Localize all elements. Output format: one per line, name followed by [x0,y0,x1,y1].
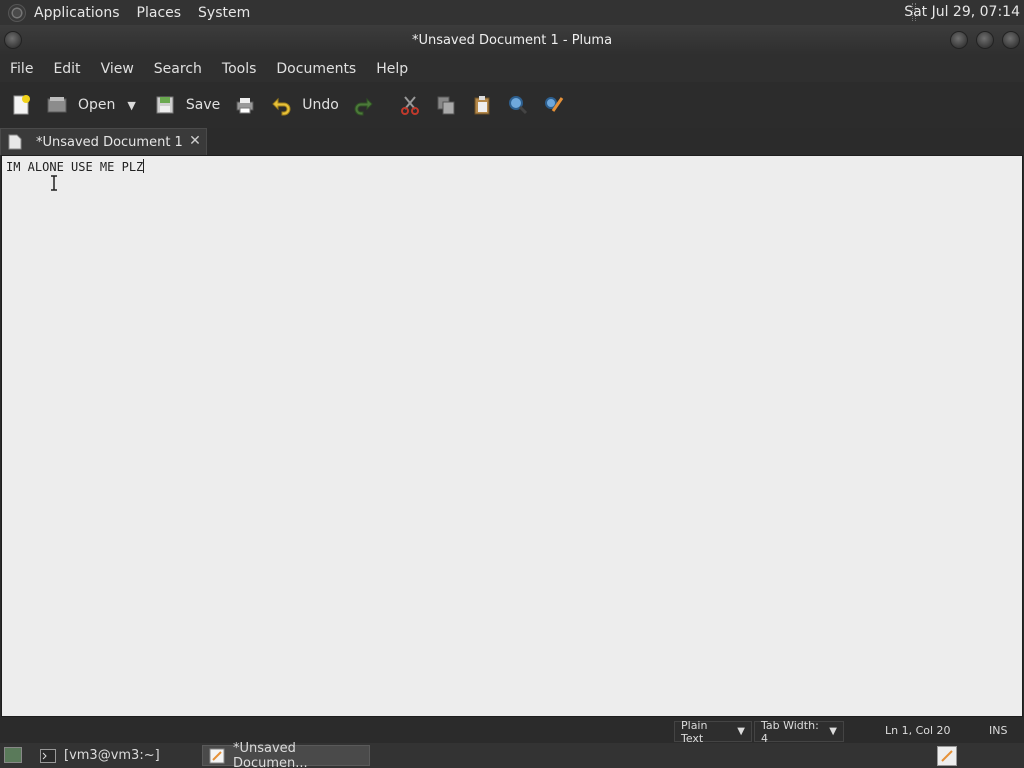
status-bar: Plain Text ▼ Tab Width: 4 ▼ Ln 1, Col 20… [0,717,1024,745]
find-button[interactable] [507,90,529,120]
task-pluma[interactable]: *Unsaved Documen... [202,741,370,768]
taskbar: [vm3@vm3:~] *Unsaved Documen... [0,741,1024,768]
insert-mode-indicator: INS [989,724,1008,737]
menu-documents[interactable]: Documents [276,61,356,77]
top-panel: Applications Places System Sat Jul 29, 0… [0,0,1024,25]
menu-search[interactable]: Search [154,61,202,77]
undo-button[interactable]: Undo [270,90,339,120]
text-editor[interactable]: IM ALONE USE ME PLZ [1,155,1023,717]
find-replace-icon [543,94,565,116]
task-terminal-label: [vm3@vm3:~] [64,748,160,763]
close-window-button[interactable] [1002,31,1020,49]
task-pluma-label: *Unsaved Documen... [233,740,308,768]
ibeam-cursor-icon [51,175,57,191]
show-desktop-icon[interactable] [4,747,22,763]
tab-width-combo[interactable]: Tab Width: 4 ▼ [754,718,844,745]
editor-text: IM ALONE USE ME PLZ [6,160,144,174]
close-tab-icon[interactable]: ✕ [188,134,202,148]
syntax-highlight-combo[interactable]: Plain Text ▼ [674,718,752,745]
window-menu-button[interactable] [4,31,22,49]
syntax-label: Plain Text [681,718,708,745]
open-folder-icon [46,94,68,116]
cursor-position: Ln 1, Col 20 [885,724,951,737]
clipboard-icon [471,94,493,116]
redo-button[interactable] [353,90,375,120]
tab-width-label: Tab Width: 4 [761,718,819,745]
magnifier-icon [507,94,529,116]
toolbar: Open ▼ Save Undo [0,82,1024,128]
redo-arrow-icon [353,94,375,116]
places-menu[interactable]: Places [137,5,182,21]
document-tab-bar: *Unsaved Document 1 ✕ [0,128,1024,155]
copy-icon [435,94,457,116]
replace-button[interactable] [543,90,565,120]
menu-edit[interactable]: Edit [53,61,80,77]
chevron-down-icon: ▼ [127,98,136,112]
undo-label: Undo [302,97,339,113]
mate-menu-icon[interactable] [8,3,26,22]
terminal-icon [40,748,56,764]
text-file-icon [4,131,26,153]
print-button[interactable] [234,90,256,120]
menu-help[interactable]: Help [376,61,408,77]
printer-icon [234,94,256,116]
open-button[interactable]: Open [46,90,115,120]
undo-arrow-icon [270,94,292,116]
open-recent-dropdown[interactable]: ▼ [127,90,135,120]
clock[interactable]: Sat Jul 29, 07:14 [904,4,1020,20]
new-document-icon [10,94,32,116]
task-terminal[interactable]: [vm3@vm3:~] [34,745,198,766]
menu-tools[interactable]: Tools [222,61,257,77]
maximize-button[interactable] [976,31,994,49]
menu-bar: File Edit View Search Tools Documents He… [0,55,1024,82]
menu-file[interactable]: File [10,61,33,77]
save-label: Save [185,97,221,113]
cut-button[interactable] [399,90,421,120]
new-document-button[interactable] [10,90,32,120]
save-button[interactable]: Save [154,90,220,120]
applications-menu[interactable]: Applications [34,5,120,21]
window-title-bar[interactable]: *Unsaved Document 1 - Pluma [0,25,1024,55]
chevron-down-icon: ▼ [829,726,837,737]
copy-button[interactable] [435,90,457,120]
scissors-icon [399,94,421,116]
tab-label: *Unsaved Document 1 [36,134,183,150]
minimize-button[interactable] [950,31,968,49]
paste-button[interactable] [471,90,493,120]
save-icon [154,94,176,116]
editor-content[interactable]: IM ALONE USE ME PLZ [6,159,145,174]
open-label: Open [78,97,116,113]
workspace-switcher-icon[interactable] [937,746,957,766]
window-title: *Unsaved Document 1 - Pluma [411,32,613,48]
system-menu[interactable]: System [198,5,250,21]
tab-unsaved-document-1[interactable]: *Unsaved Document 1 ✕ [0,128,207,155]
chevron-down-icon: ▼ [737,726,745,737]
text-caret [143,159,145,173]
menu-view[interactable]: View [101,61,134,77]
text-editor-icon [209,748,225,764]
